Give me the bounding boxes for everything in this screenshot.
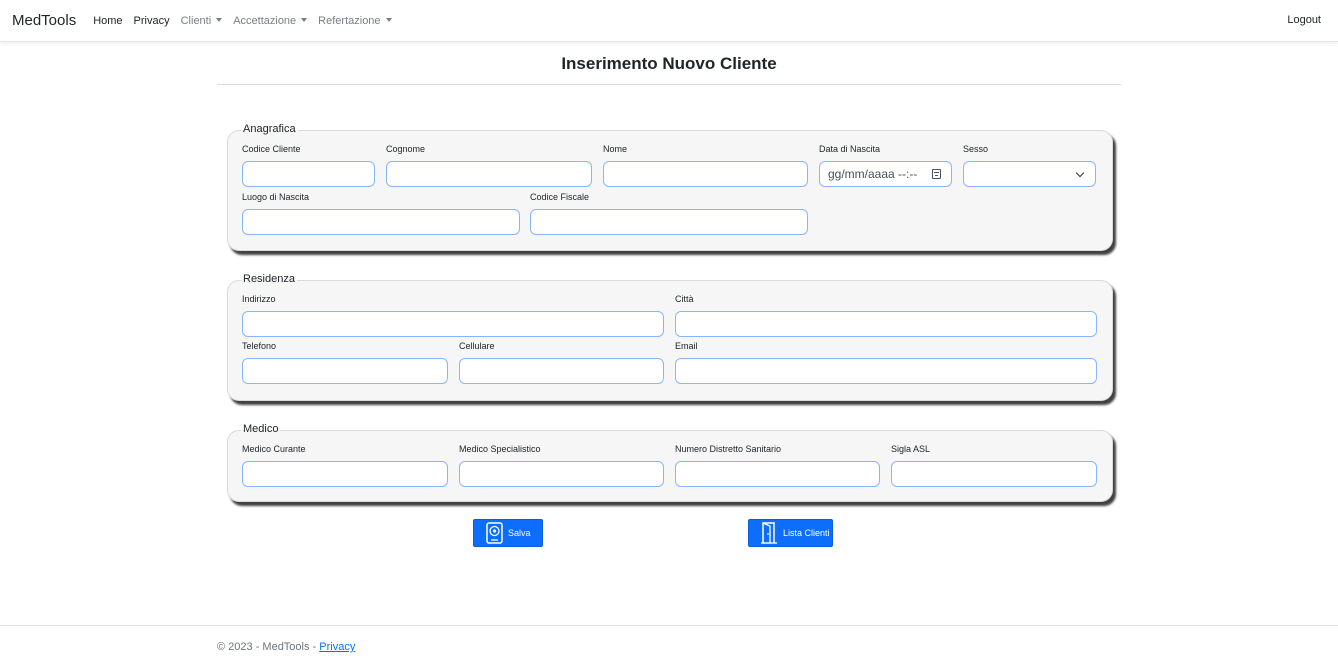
nome-input[interactable] [603,161,808,187]
label-medico-curante: Medico Curante [242,444,306,454]
label-codice-fiscale: Codice Fiscale [530,192,590,202]
nav-refertazione-label: Refertazione [318,14,381,27]
label-sesso: Sesso [963,144,989,154]
label-medico-specialistico: Medico Specialistico [459,444,541,454]
salva-button[interactable]: Salva [473,519,543,547]
cellulare-input[interactable] [459,358,664,384]
medico-curante-input[interactable] [242,461,448,487]
fieldset-medico: Medico Medico Curante Medico Specialisti… [227,422,1113,502]
caret-down-icon [216,17,223,22]
label-cellulare: Cellulare [459,341,495,351]
legend-residenza: Residenza [241,272,297,286]
chevron-down-icon [1075,168,1085,178]
logout-link[interactable]: Logout [1287,14,1321,26]
label-asl: Sigla ASL [891,444,931,454]
distretto-input[interactable] [675,461,880,487]
footer-privacy-link[interactable]: Privacy [319,641,355,653]
label-codice-cliente: Codice Cliente [242,144,301,154]
footer-divider [0,625,1338,626]
medico-specialistico-input[interactable] [459,461,664,487]
title-divider [217,84,1121,85]
label-cognome: Cognome [386,144,426,154]
nav-home[interactable]: Home [93,15,122,27]
fieldset-residenza: Residenza Indirizzo Città Telefono Cellu… [227,272,1113,401]
codice-fiscale-input[interactable] [530,209,808,235]
data-nascita-input[interactable]: gg/mm/aaaa --:-- [819,161,952,187]
navbar: MedTools Home Privacy Clienti Accettazio… [0,0,1338,42]
nav-refertazione-dropdown[interactable]: Refertazione [318,14,392,27]
nav-privacy[interactable]: Privacy [134,15,170,27]
page-title: Inserimento Nuovo Cliente [561,54,777,73]
label-distretto: Numero Distretto Sanitario [675,444,782,454]
lista-clienti-label: Lista Clienti [783,528,830,538]
footer: © 2023 - MedTools - Privacy [217,641,355,653]
asl-input[interactable] [891,461,1097,487]
label-luogo-nascita: Luogo di Nascita [242,192,310,202]
citta-input[interactable] [675,311,1097,337]
label-citta: Città [675,294,694,304]
nav-accettazione-label: Accettazione [233,14,297,27]
lista-clienti-button[interactable]: Lista Clienti [748,519,833,547]
legend-medico: Medico [241,422,281,436]
nav-clienti-label: Clienti [180,14,212,27]
indirizzo-input[interactable] [242,311,664,337]
cognome-input[interactable] [386,161,592,187]
date-placeholder: gg/mm/aaaa --:-- [828,167,918,181]
caret-down-icon [301,17,308,22]
email-input[interactable] [675,358,1097,384]
nav-accettazione-dropdown[interactable]: Accettazione [233,14,308,27]
codice-cliente-input[interactable] [242,161,375,187]
label-email: Email [675,341,698,351]
calendar-icon[interactable] [932,169,941,179]
label-nome: Nome [603,144,628,154]
save-icon [486,522,503,544]
nav-clienti-dropdown[interactable]: Clienti [181,15,223,27]
footer-copyright: © 2023 - MedTools - [217,641,320,653]
label-indirizzo: Indirizzo [242,294,276,304]
salva-label: Salva [508,528,531,538]
label-data-nascita: Data di Nascita [819,144,881,154]
luogo-nascita-input[interactable] [242,209,520,235]
fieldset-anagrafica: Anagrafica Codice Cliente Cognome Nome D… [227,122,1113,251]
caret-down-icon [385,17,392,22]
brand-link[interactable]: MedTools [12,12,76,29]
sesso-select[interactable] [963,161,1096,187]
door-icon [761,522,777,544]
label-telefono: Telefono [242,341,277,351]
telefono-input[interactable] [242,358,448,384]
legend-anagrafica: Anagrafica [241,122,298,136]
